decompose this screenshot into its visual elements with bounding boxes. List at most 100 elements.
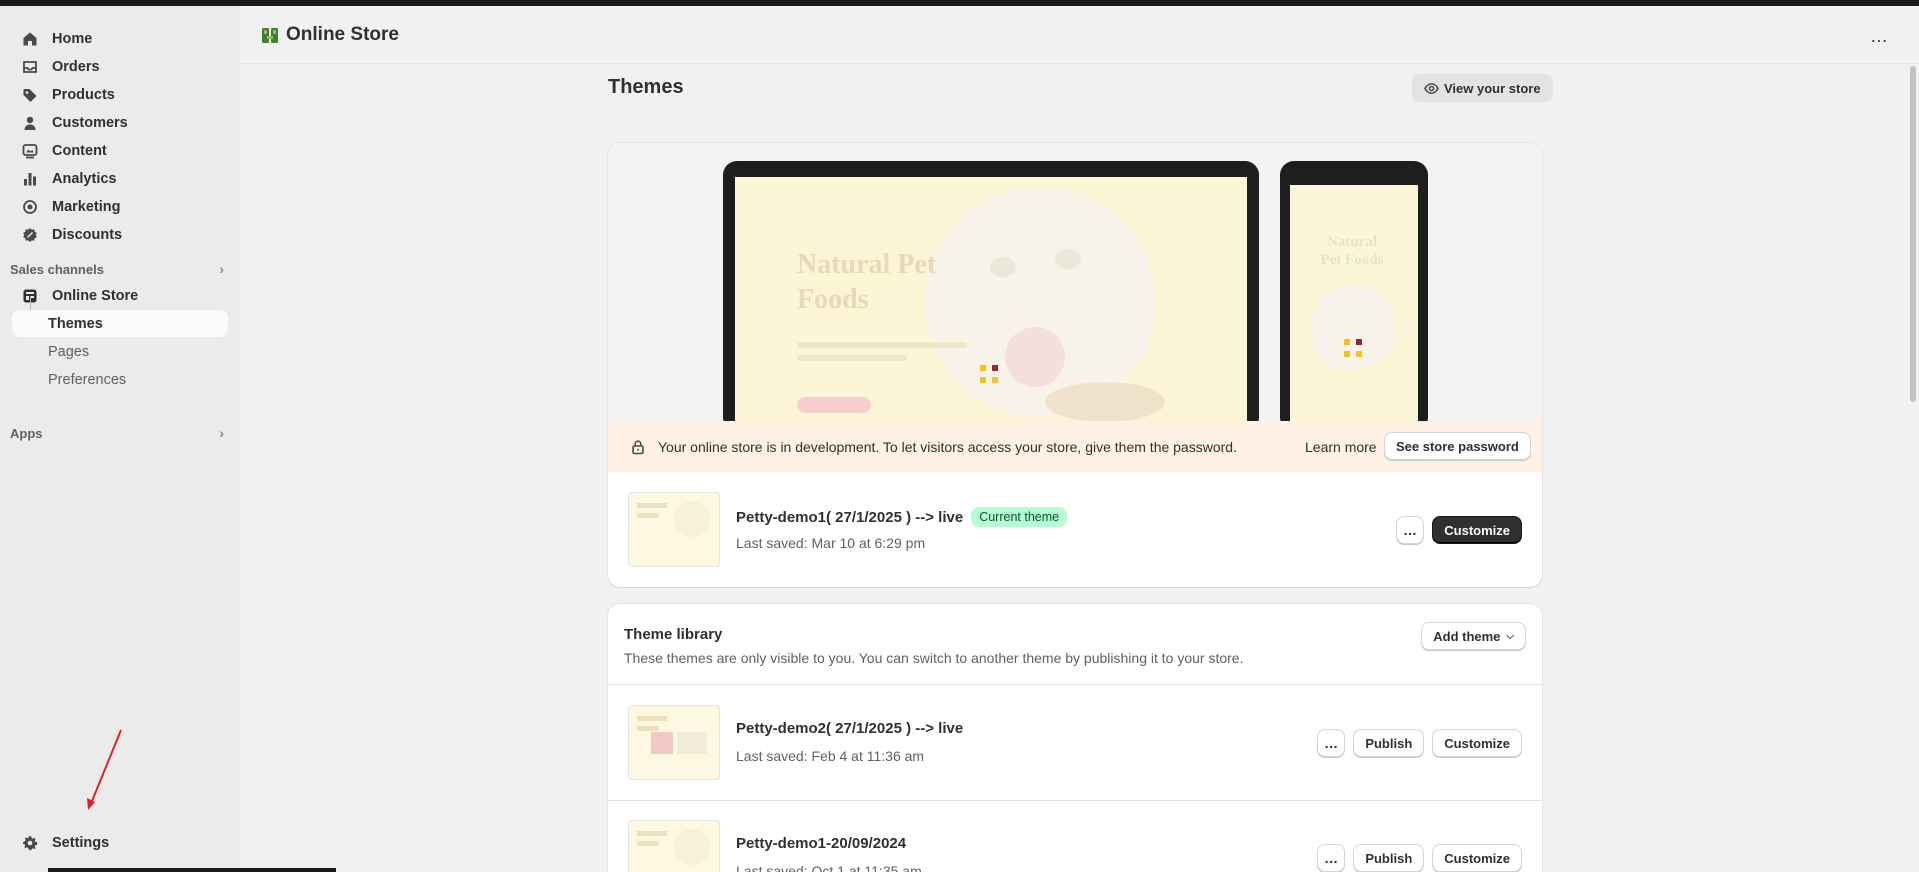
hero-title-line: Foods: [797, 284, 869, 315]
sidebar-item-themes[interactable]: Themes: [12, 310, 228, 337]
sidebar-item-analytics[interactable]: Analytics: [12, 165, 228, 192]
theme-actions: … Publish Customize: [1317, 729, 1522, 757]
library-theme-row: Petty-demo2( 27/1/2025 ) --> live Last s…: [608, 685, 1542, 800]
theme-name-text: Petty-demo1( 27/1/2025 ) --> live: [736, 508, 964, 526]
image-icon: [22, 143, 38, 159]
sidebar-item-pages[interactable]: Pages: [12, 338, 228, 365]
current-theme-card: Natural Pet Foods Natural Pet Foods Your…: [608, 143, 1542, 587]
customize-button[interactable]: Customize: [1432, 729, 1522, 757]
sidebar-item-label: Home: [52, 30, 93, 47]
sales-channels-label: Sales channels: [10, 261, 104, 277]
hero-cta: [797, 397, 871, 413]
lock-icon: [632, 439, 644, 454]
library-theme-row: Petty-demo1-20/09/2024 Last saved: Oct 1…: [608, 800, 1542, 872]
loading-spinner-icon: [980, 365, 998, 383]
chevron-right-icon: ›: [219, 425, 224, 441]
theme-actions: … Customize: [1396, 516, 1522, 544]
page-header-title: Online Store: [260, 24, 399, 46]
sidebar-item-settings[interactable]: Settings: [12, 829, 228, 856]
theme-name: Petty-demo1( 27/1/2025 ) --> live Curren…: [736, 507, 1068, 527]
eye-icon: [1424, 82, 1439, 94]
theme-name: Petty-demo1-20/09/2024: [736, 835, 907, 852]
theme-more-button[interactable]: …: [1396, 516, 1425, 544]
preview-hero-title: Natural Pet Foods: [797, 247, 936, 317]
phone-hero-title: Natural Pet Foods: [1302, 233, 1402, 269]
sidebar-item-orders[interactable]: Orders: [12, 53, 228, 80]
theme-preview[interactable]: Natural Pet Foods Natural Pet Foods: [608, 143, 1542, 421]
sidebar-item-marketing[interactable]: Marketing: [12, 193, 228, 220]
online-store-logo-icon: [262, 28, 278, 43]
sidebar-item-label: Orders: [52, 58, 100, 75]
sidebar-item-customers[interactable]: Customers: [12, 109, 228, 136]
sidebar-item-label: Online Store: [52, 287, 139, 304]
theme-library-title: Theme library: [624, 626, 723, 643]
sidebar-item-content[interactable]: Content: [12, 137, 228, 164]
header-title-text: Online Store: [286, 24, 399, 45]
sidebar-item-label: Content: [52, 142, 107, 159]
hero-title-line: Natural Pet: [797, 249, 937, 280]
theme-more-button[interactable]: …: [1317, 844, 1346, 872]
sidebar-item-label: Marketing: [52, 198, 121, 215]
dog-mouth: [1005, 327, 1065, 387]
bottom-taskbar-fragment: [48, 868, 336, 872]
phone-dog-image: [1310, 285, 1396, 371]
bar-chart-icon: [22, 171, 38, 187]
desktop-preview: Natural Pet Foods: [723, 161, 1259, 421]
add-theme-button[interactable]: Add theme ⌵: [1421, 622, 1526, 650]
see-store-password-button[interactable]: See store password: [1384, 432, 1531, 460]
discount-icon: [22, 227, 38, 243]
sidebar-item-products[interactable]: Products: [12, 81, 228, 108]
home-icon: [22, 31, 38, 47]
sidebar-item-label: Discounts: [52, 226, 123, 243]
sidebar-item-label: Products: [52, 86, 115, 103]
chevron-down-icon: ⌵: [1506, 630, 1514, 642]
development-message: Your online store is in development. To …: [658, 438, 1237, 455]
sidebar-item-home[interactable]: Home: [12, 25, 228, 52]
publish-button[interactable]: Publish: [1353, 729, 1425, 757]
dog-eye: [1055, 249, 1081, 269]
phone-title-line: Pet Foods: [1320, 252, 1384, 268]
inbox-icon: [22, 59, 38, 75]
current-theme-row: Petty-demo1( 27/1/2025 ) --> live Curren…: [608, 472, 1542, 587]
theme-library-description: These themes are only visible to you. Yo…: [624, 650, 1244, 666]
view-store-button[interactable]: View your store: [1412, 74, 1553, 102]
publish-button[interactable]: Publish: [1353, 844, 1425, 872]
mobile-preview-screen: Natural Pet Foods: [1290, 185, 1418, 421]
customize-button[interactable]: Customize: [1432, 844, 1522, 872]
learn-more-link[interactable]: Learn more: [1305, 439, 1377, 455]
view-store-label: View your store: [1444, 80, 1541, 96]
hero-text-line: [797, 355, 907, 361]
theme-thumbnail[interactable]: [628, 492, 720, 567]
sales-channels-header[interactable]: Sales channels ›: [10, 259, 228, 279]
tag-icon: [22, 87, 38, 103]
hero-text-line: [797, 342, 967, 348]
add-theme-label: Add theme: [1433, 628, 1501, 644]
theme-thumbnail[interactable]: [628, 705, 720, 780]
app-header: Online Store …: [240, 6, 1919, 64]
annotation-arrow: [87, 729, 122, 810]
current-theme-badge: Current theme: [971, 507, 1068, 527]
mobile-preview: Natural Pet Foods: [1280, 161, 1428, 421]
theme-last-saved: Last saved: Feb 4 at 11:36 am: [736, 748, 925, 764]
theme-last-saved: Last saved: Mar 10 at 6:29 pm: [736, 535, 926, 551]
sidebar-item-preferences[interactable]: Preferences: [12, 366, 228, 393]
gear-icon: [22, 835, 38, 851]
dog-eye: [990, 257, 1016, 277]
phone-title-line: Natural: [1327, 234, 1377, 250]
customize-button[interactable]: Customize: [1432, 516, 1522, 544]
sidebar-item-online-store[interactable]: Online Store: [12, 282, 228, 309]
theme-more-button[interactable]: …: [1317, 729, 1346, 757]
apps-header[interactable]: Apps ›: [10, 423, 228, 443]
development-banner: Your online store is in development. To …: [608, 421, 1542, 472]
sidebar-item-label: Settings: [52, 834, 110, 851]
sidebar-item-discounts[interactable]: Discounts: [12, 221, 228, 248]
header-more-button[interactable]: …: [1870, 26, 1889, 47]
theme-thumbnail[interactable]: [628, 820, 720, 872]
theme-actions: … Publish Customize: [1317, 844, 1522, 872]
food-bowl: [1045, 382, 1165, 421]
page-title: Themes: [608, 76, 684, 98]
scrollbar-thumb[interactable]: [1910, 66, 1916, 402]
sidebar-item-label: Analytics: [52, 170, 117, 187]
theme-library-card: Theme library These themes are only visi…: [608, 604, 1542, 872]
loading-spinner-icon: [1344, 339, 1362, 357]
